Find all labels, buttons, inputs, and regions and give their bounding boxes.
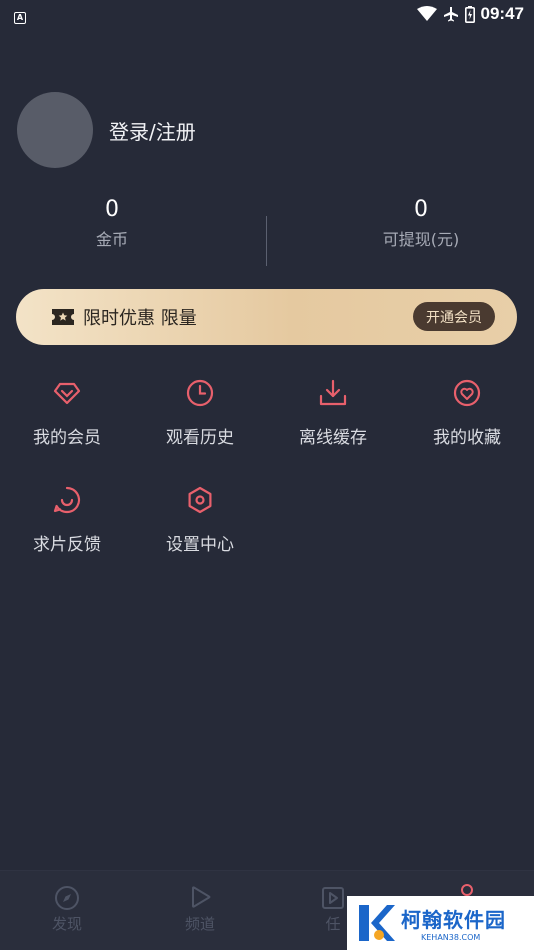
coins-label: 金币	[95, 230, 128, 249]
heart-icon	[453, 379, 481, 407]
menu-item-label: 观看历史	[166, 428, 234, 448]
tab-channel[interactable]: 频道	[133, 885, 267, 934]
battery-icon	[464, 5, 475, 23]
withdrawable-label: 可提现(元)	[382, 230, 460, 249]
download-icon	[319, 379, 347, 406]
status-bar: A 09:47	[0, 0, 534, 28]
play-icon	[192, 886, 211, 908]
status-time: 09:47	[480, 4, 524, 23]
menu-item-label: 离线缓存	[299, 428, 367, 448]
coins-value: 0	[105, 197, 119, 222]
menu-item-label: 我的会员	[33, 428, 101, 448]
watermark-title: 柯翰软件园	[401, 908, 506, 932]
wifi-icon	[416, 6, 437, 21]
menu-item-settings-center[interactable]: 设置中心	[133, 485, 267, 555]
compass-icon	[55, 886, 79, 910]
profile-header[interactable]: 登录/注册	[17, 92, 196, 168]
stats-divider	[266, 216, 267, 266]
ticket-star-icon	[52, 309, 74, 325]
avatar[interactable]	[17, 92, 93, 168]
status-right: 09:47	[416, 4, 524, 24]
diamond-icon	[53, 382, 81, 405]
withdrawable-stat[interactable]: 0 可提现(元)	[321, 196, 521, 250]
stats-row: 0 金币 0 可提现(元)	[0, 196, 534, 268]
tab-label: 频道	[184, 915, 215, 933]
coins-stat[interactable]: 0 金币	[12, 196, 212, 250]
menu-item-label: 求片反馈	[33, 535, 101, 555]
menu-item-watch-history[interactable]: 观看历史	[133, 378, 267, 448]
tab-label: 发现	[51, 915, 82, 933]
site-watermark: 柯翰软件园 KEHAN38.COM	[347, 896, 534, 950]
menu-item-label: 设置中心	[166, 535, 234, 555]
clock-icon	[186, 379, 214, 407]
open-vip-button[interactable]: 开通会员	[413, 302, 495, 331]
vip-promo-text: 限时优惠 限量	[83, 308, 197, 329]
status-left: A	[14, 5, 26, 24]
withdrawable-value: 0	[414, 197, 428, 222]
a-notification-icon: A	[14, 11, 26, 24]
kehan-logo-icon	[359, 905, 395, 941]
vip-promo-banner[interactable]: 限时优惠 限量 开通会员	[16, 289, 517, 345]
task-icon	[322, 887, 344, 909]
feedback-icon	[53, 486, 81, 514]
menu-item-my-favorites[interactable]: 我的收藏	[400, 378, 534, 448]
tab-discover[interactable]: 发现	[0, 885, 134, 934]
profile-icon	[461, 884, 473, 896]
menu-item-label: 我的收藏	[433, 428, 501, 448]
menu-item-my-vip[interactable]: 我的会员	[0, 378, 134, 448]
watermark-subtitle: KEHAN38.COM	[421, 933, 481, 942]
watermark-text: 柯翰软件园 KEHAN38.COM	[401, 904, 506, 942]
airplane-icon	[443, 7, 458, 22]
settings-icon	[188, 486, 212, 514]
menu-item-offline-cache[interactable]: 离线缓存	[266, 378, 400, 448]
login-register-link[interactable]: 登录/注册	[109, 116, 196, 145]
menu-item-request-feedback[interactable]: 求片反馈	[0, 485, 134, 555]
